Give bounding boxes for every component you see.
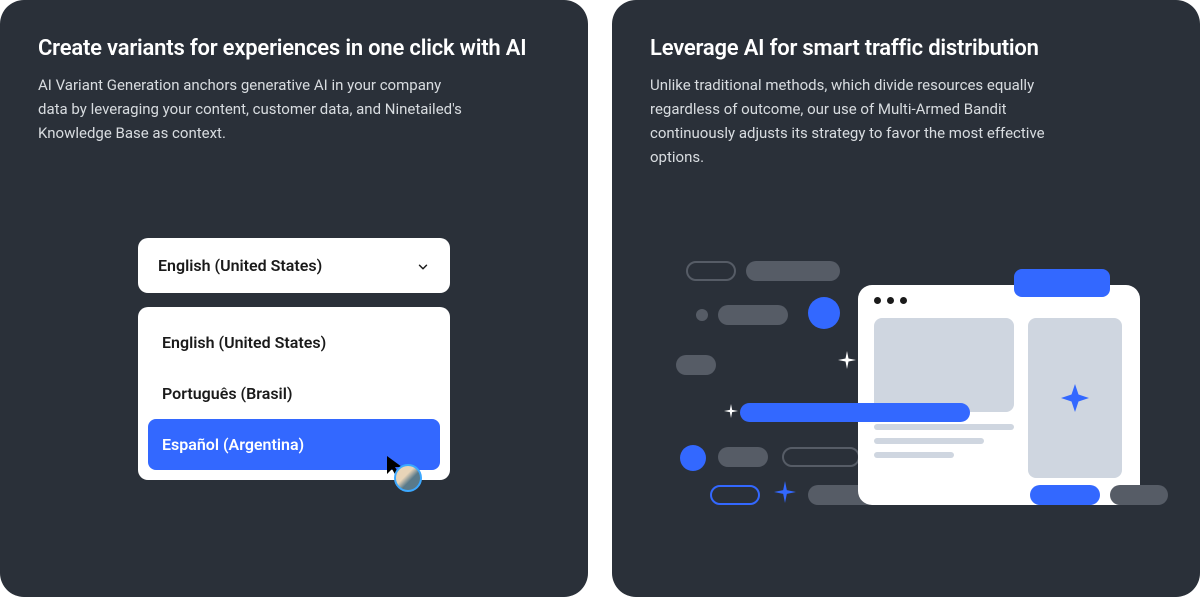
content-block-icon [1028, 318, 1122, 478]
dropdown-trigger[interactable]: English (United States) [138, 238, 450, 293]
pill-icon [686, 261, 736, 281]
language-dropdown: English (United States) English (United … [138, 238, 450, 480]
card-title: Leverage AI for smart traffic distributi… [650, 36, 1162, 61]
bar-icon [740, 403, 970, 422]
sparkle-icon [838, 351, 856, 369]
dropdown-option-selected[interactable]: Español (Argentina) [148, 419, 440, 470]
content-block-icon [874, 318, 1014, 412]
dropdown-option[interactable]: Português (Brasil) [148, 368, 440, 419]
pill-icon [746, 261, 840, 281]
browser-mockup [858, 285, 1140, 505]
window-controls-icon [874, 297, 1124, 304]
feature-card-traffic: Leverage AI for smart traffic distributi… [612, 0, 1200, 597]
pill-icon [710, 485, 760, 505]
dropdown-option-label: Español (Argentina) [162, 435, 304, 454]
feature-card-variants: Create variants for experiences in one c… [0, 0, 588, 597]
dot-icon [808, 297, 840, 329]
dropdown-selected-label: English (United States) [158, 256, 322, 275]
sparkle-icon [774, 481, 796, 503]
sparkle-icon [1061, 384, 1089, 412]
browser-tab-icon [1014, 269, 1110, 297]
chevron-down-icon [416, 259, 430, 273]
pill-icon [1110, 485, 1168, 505]
pill-icon [718, 447, 768, 467]
pill-icon [676, 355, 716, 375]
traffic-illustration [658, 255, 1180, 555]
card-title: Create variants for experiences in one c… [38, 36, 550, 61]
dot-icon [696, 309, 708, 321]
dot-icon [680, 445, 706, 471]
dropdown-option[interactable]: English (United States) [148, 317, 440, 368]
sparkle-icon [724, 403, 738, 417]
pill-icon [718, 305, 788, 325]
card-description: AI Variant Generation anchors generative… [38, 73, 468, 145]
pill-icon [782, 447, 860, 467]
card-description: Unlike traditional methods, which divide… [650, 73, 1080, 169]
pill-icon [1030, 485, 1100, 505]
avatar [394, 464, 422, 492]
content-lines-icon [874, 424, 1014, 458]
dropdown-menu: English (United States) Português (Brasi… [138, 307, 450, 480]
